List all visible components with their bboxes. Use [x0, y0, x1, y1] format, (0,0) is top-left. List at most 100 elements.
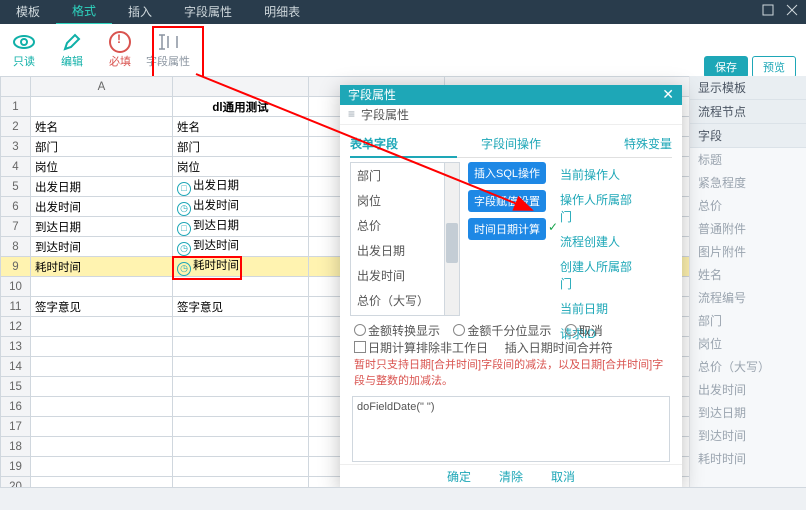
cell[interactable] — [31, 437, 173, 457]
opt-amount-convert[interactable]: 金额转换显示 — [354, 324, 440, 338]
cell[interactable]: 姓名 — [173, 117, 309, 137]
side-item[interactable]: 岗位 — [690, 332, 806, 355]
side-item[interactable]: 到达时间 — [690, 424, 806, 447]
cell[interactable] — [31, 97, 173, 117]
field-item[interactable]: 部门 — [351, 163, 459, 188]
scrollbar-track[interactable] — [444, 163, 459, 315]
cell[interactable]: 岗位 — [31, 157, 173, 177]
tab-detail[interactable]: 明细表 — [248, 0, 316, 24]
variable-item[interactable]: 流程创建人 — [554, 229, 649, 254]
row-header[interactable]: 14 — [1, 357, 31, 377]
side-item[interactable]: 姓名 — [690, 263, 806, 286]
cell[interactable] — [173, 277, 309, 297]
scrollbar-thumb[interactable] — [446, 223, 458, 263]
cell[interactable]: 部门 — [31, 137, 173, 157]
cell[interactable] — [173, 417, 309, 437]
dialog-clear-button[interactable]: 清除 — [499, 468, 523, 485]
col-A[interactable]: A — [31, 77, 173, 97]
row-header[interactable]: 10 — [1, 277, 31, 297]
side-sec-template[interactable]: 显示模板 — [690, 76, 806, 100]
cell[interactable] — [31, 457, 173, 477]
opt-cancel[interactable]: 取消 — [565, 324, 603, 338]
field-list[interactable]: 部门岗位总价出发日期出发时间总价（大写）到达日期到达时间耗时时间 — [350, 162, 460, 316]
row-header[interactable]: 5 — [1, 177, 31, 197]
dialog-ok-button[interactable]: 确定 — [447, 468, 471, 485]
cell[interactable] — [173, 457, 309, 477]
cell[interactable]: □出发日期 — [173, 177, 309, 197]
cell[interactable]: 签字意见 — [31, 297, 173, 317]
cell[interactable]: 岗位 — [173, 157, 309, 177]
dialog-cancel-button[interactable]: 取消 — [551, 468, 575, 485]
cell[interactable]: ◷到达时间 — [173, 237, 309, 257]
cell[interactable] — [173, 377, 309, 397]
cell[interactable]: 出发时间 — [31, 197, 173, 217]
side-item[interactable]: 总价 — [690, 194, 806, 217]
row-header[interactable]: 17 — [1, 417, 31, 437]
cell[interactable]: ◷出发时间 — [173, 197, 309, 217]
row-header[interactable]: 19 — [1, 457, 31, 477]
cell[interactable]: □到达日期 — [173, 217, 309, 237]
cell[interactable] — [31, 337, 173, 357]
readonly-button[interactable]: 只读 — [0, 31, 48, 69]
side-item[interactable]: 到达日期 — [690, 401, 806, 424]
cell[interactable]: 姓名 — [31, 117, 173, 137]
close-icon[interactable] — [786, 4, 798, 16]
cell[interactable] — [173, 437, 309, 457]
cell[interactable] — [31, 317, 173, 337]
opt-thousand-sep[interactable]: 金额千分位显示 — [453, 324, 551, 338]
side-item[interactable]: 普通附件 — [690, 217, 806, 240]
field-assign-button[interactable]: 字段赋值设置 — [468, 190, 546, 212]
tab-template[interactable]: 模板 — [0, 0, 56, 24]
required-button[interactable]: 必填 — [96, 31, 144, 69]
row-header[interactable]: 4 — [1, 157, 31, 177]
opt-insert-merge[interactable]: 插入日期时间合并符 — [501, 341, 612, 355]
row-header[interactable]: 7 — [1, 217, 31, 237]
side-sec-fields[interactable]: 字段 — [690, 124, 806, 148]
variable-list[interactable]: 当前操作人操作人所属部门流程创建人创建人所属部门当前日期请求ID — [554, 162, 649, 314]
cell[interactable] — [31, 377, 173, 397]
side-item[interactable]: 耗时时间 — [690, 447, 806, 470]
side-item[interactable]: 出发时间 — [690, 378, 806, 401]
cell[interactable] — [173, 357, 309, 377]
row-header[interactable]: 8 — [1, 237, 31, 257]
row-header[interactable]: 12 — [1, 317, 31, 337]
maximize-icon[interactable] — [762, 4, 774, 16]
variable-item[interactable]: 创建人所属部门 — [554, 254, 649, 296]
cell[interactable]: 到达时间 — [31, 237, 173, 257]
row-header[interactable]: 11 — [1, 297, 31, 317]
side-item[interactable]: 紧急程度 — [690, 171, 806, 194]
cell[interactable] — [31, 357, 173, 377]
field-item[interactable]: 出发时间 — [351, 263, 459, 288]
time-date-calc-button[interactable]: 时间日期计算 — [468, 218, 546, 240]
cell[interactable]: 签字意见 — [173, 297, 309, 317]
row-header[interactable]: 18 — [1, 437, 31, 457]
modal-tab-form-fields[interactable]: 表单字段 — [350, 131, 457, 158]
cell[interactable] — [173, 337, 309, 357]
modal-tab-field-ops[interactable]: 字段间操作 — [457, 131, 564, 158]
tab-fieldprop[interactable]: 字段属性 — [168, 0, 248, 24]
variable-item[interactable]: 操作人所属部门 — [554, 187, 649, 229]
field-item[interactable]: 岗位 — [351, 188, 459, 213]
side-sec-flow[interactable]: 流程节点 — [690, 100, 806, 124]
modal-tab-vars[interactable]: 特殊变量 — [565, 131, 672, 158]
cell[interactable]: 部门 — [173, 137, 309, 157]
side-item[interactable]: 总价（大写） — [690, 355, 806, 378]
side-item[interactable]: 图片附件 — [690, 240, 806, 263]
cell[interactable] — [173, 397, 309, 417]
row-header[interactable]: 16 — [1, 397, 31, 417]
cell[interactable] — [31, 417, 173, 437]
edit-button[interactable]: 编辑 — [48, 31, 96, 69]
tab-format[interactable]: 格式 — [56, 0, 112, 25]
corner-cell[interactable] — [1, 77, 31, 97]
side-item[interactable]: 标题 — [690, 148, 806, 171]
tab-insert[interactable]: 插入 — [112, 0, 168, 24]
variable-item[interactable]: 当前操作人 — [554, 162, 649, 187]
field-item[interactable]: 到达日期 — [351, 313, 459, 316]
cell[interactable]: 到达日期 — [31, 217, 173, 237]
hamburger-icon[interactable]: ≡ — [348, 107, 355, 121]
cell[interactable] — [31, 277, 173, 297]
fieldprop-button[interactable]: 字段属性 — [144, 31, 192, 69]
cell[interactable] — [31, 397, 173, 417]
row-header[interactable]: 9 — [1, 257, 31, 277]
insert-sql-button[interactable]: 插入SQL操作 — [468, 162, 546, 184]
